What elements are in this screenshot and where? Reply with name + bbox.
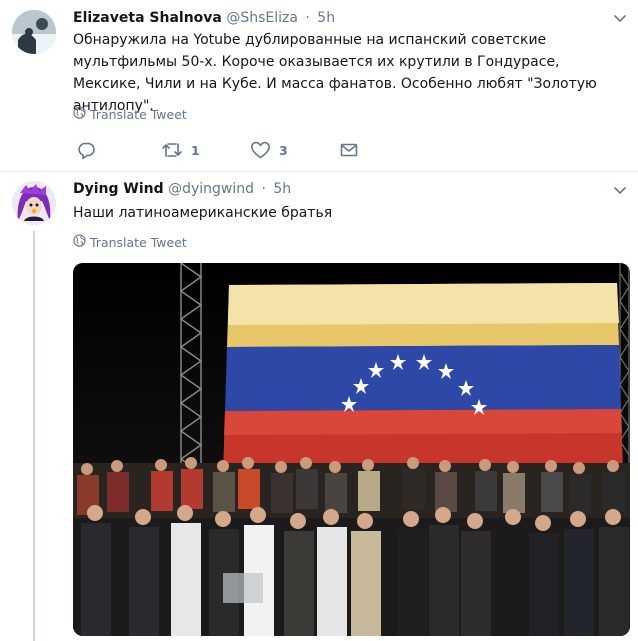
tweet-header: Dying Wind @dyingwind · 5h (73, 179, 291, 199)
retweet-icon (161, 140, 183, 160)
tweet-1[interactable]: Elizaveta Shalnova @ShsEliza · 5h Обнару… (0, 0, 638, 172)
user-handle[interactable]: @ShsEliza (226, 10, 298, 26)
like-button[interactable]: 3 (250, 138, 288, 162)
like-icon (250, 140, 271, 160)
like-count: 3 (279, 142, 288, 158)
retweet-count: 1 (191, 142, 200, 158)
display-name[interactable]: Elizaveta Shalnova (73, 10, 222, 26)
reply-button[interactable] (76, 138, 96, 162)
translate-label: Translate Tweet (90, 235, 187, 250)
chevron-down-icon[interactable] (612, 182, 628, 198)
user-handle[interactable]: @dyingwind (168, 181, 254, 197)
thread-line (33, 231, 35, 641)
chevron-down-icon[interactable] (612, 10, 628, 26)
separator-dot: · (305, 10, 310, 26)
timestamp[interactable]: 5h (273, 181, 291, 197)
translate-tweet-link[interactable]: Translate Tweet (73, 234, 187, 252)
avatar[interactable] (12, 181, 56, 225)
globe-icon (73, 234, 90, 252)
translate-label: Translate Tweet (90, 107, 187, 122)
avatar[interactable] (12, 10, 56, 54)
tweet-actions: 1 3 (73, 138, 373, 162)
globe-icon (73, 106, 90, 124)
retweet-button[interactable]: 1 (161, 138, 200, 162)
tweet-text: Обнаружила на Yotube дублированные на ис… (73, 32, 597, 114)
display-name[interactable]: Dying Wind (73, 181, 164, 197)
translate-tweet-link[interactable]: Translate Tweet (73, 106, 187, 124)
crowd-back-row (73, 457, 630, 523)
tweet-photo[interactable] (73, 263, 630, 636)
timestamp[interactable]: 5h (317, 10, 335, 26)
direct-message-button[interactable] (339, 138, 359, 162)
reply-icon (76, 140, 96, 160)
direct-message-icon (339, 140, 359, 160)
tweet-text: Наши латиноамериканские братья (73, 205, 333, 221)
tweet-header: Elizaveta Shalnova @ShsEliza · 5h (73, 8, 335, 28)
crowd-front-row (73, 505, 630, 636)
venezuelan-flag-screen (223, 283, 623, 475)
separator-dot: · (261, 181, 266, 197)
